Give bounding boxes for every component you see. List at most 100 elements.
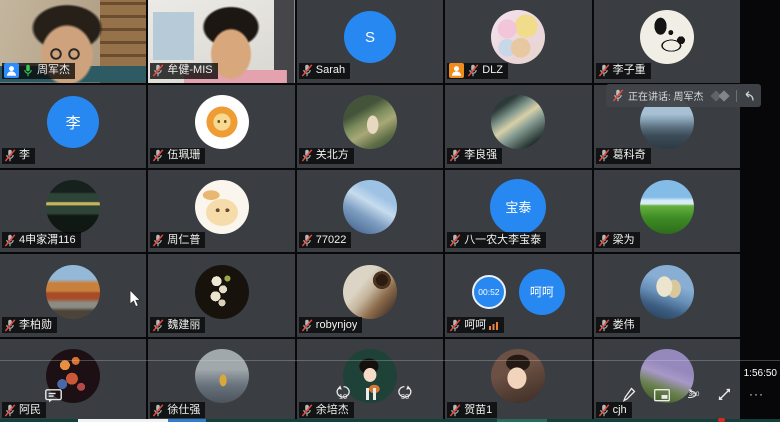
muted-mic-icon (152, 404, 164, 417)
participant-name-label: 周军杰 (2, 63, 75, 79)
participant-name-label: 贺苗1 (447, 402, 497, 418)
participant-name-label: 4申家渭116 (2, 232, 81, 248)
participant-tile[interactable]: SSarah (297, 0, 443, 83)
muted-mic-icon (4, 319, 16, 332)
annotate-pencil-button[interactable] (622, 387, 636, 403)
participant-tile[interactable]: cjh (594, 339, 740, 422)
participant-tile[interactable]: DLZ (445, 0, 591, 83)
participant-avatar (195, 180, 249, 234)
participant-tile[interactable]: 娄伟 (594, 254, 740, 337)
svg-text:30: 30 (401, 392, 409, 401)
participant-tile[interactable]: 关北方 (297, 85, 443, 168)
rewind-10-icon: 10 (332, 385, 354, 402)
timer-badge: 00:52 (472, 275, 506, 309)
participant-tile[interactable]: 77022 (297, 170, 443, 253)
participant-tile[interactable]: 魏建丽 (148, 254, 294, 337)
participant-tile[interactable]: robynjoy (297, 254, 443, 337)
chat-button[interactable] (44, 388, 62, 403)
participant-name-label: cjh (596, 402, 632, 418)
participant-tile[interactable]: 贺苗1 (445, 339, 591, 422)
pause-button[interactable] (365, 387, 377, 401)
rewind-10-button[interactable]: 10 (332, 385, 354, 402)
muted-mic-icon (301, 149, 313, 162)
participant-tile[interactable]: 周军杰 (0, 0, 146, 83)
pause-icon (365, 387, 377, 401)
participant-name-label: 阿民 (2, 402, 46, 418)
initial-avatar: 宝泰 (490, 179, 546, 235)
muted-mic-icon (598, 149, 610, 162)
participant-name-label: 梁为 (596, 232, 640, 248)
participant-tile[interactable]: 4申家渭116 (0, 170, 146, 253)
muted-mic-icon (152, 64, 164, 77)
participant-avatar (46, 265, 100, 319)
participant-name: 周仁普 (167, 233, 200, 248)
participant-tile[interactable]: 李李 (0, 85, 146, 168)
rotate-360-icon: 360 (685, 388, 703, 402)
muted-mic-icon (612, 89, 624, 102)
participant-tile[interactable]: 宝泰八一农大李宝泰 (445, 170, 591, 253)
participant-name: 娄伟 (613, 318, 635, 333)
muted-mic-icon (4, 234, 16, 247)
participant-avatar (491, 10, 545, 64)
participant-name: 李柏勋 (19, 318, 52, 333)
participant-name-label: 牟健-MIS (150, 63, 217, 79)
participant-tile[interactable]: 徐仕强 (148, 339, 294, 422)
participant-tile[interactable]: 伍珮珊 (148, 85, 294, 168)
participant-name: cjh (613, 403, 627, 418)
active-mic-icon (22, 64, 34, 77)
participant-name: 伍珮珊 (167, 148, 200, 163)
participant-name: 徐仕强 (167, 403, 200, 418)
participant-name-label: 77022 (299, 232, 352, 248)
participant-name: 贺苗1 (464, 403, 492, 418)
speaking-banner-text: 正在讲话: 周军杰 (628, 88, 704, 103)
participant-tile[interactable]: 牟健-MIS (148, 0, 294, 83)
expand-button[interactable] (717, 387, 732, 402)
participant-avatar (640, 265, 694, 319)
muted-mic-icon (152, 319, 164, 332)
muted-mic-icon (598, 234, 610, 247)
participant-name: 梁为 (613, 233, 635, 248)
participant-name: 阿民 (19, 403, 41, 418)
participant-name-label: 关北方 (299, 148, 354, 164)
muted-mic-icon (301, 319, 313, 332)
rotate-360-button[interactable]: 360 (685, 388, 703, 402)
network-signal-icon (489, 320, 499, 330)
muted-mic-icon (449, 404, 461, 417)
reply-arrow-icon[interactable] (741, 90, 755, 102)
participant-tile[interactable]: 李良强 (445, 85, 591, 168)
chat-bubble-icon (45, 389, 62, 403)
pencil-icon (622, 387, 636, 403)
participant-tile[interactable]: 梁为 (594, 170, 740, 253)
more-options-button[interactable]: ··· (749, 387, 764, 401)
muted-mic-icon (301, 234, 313, 247)
muted-mic-icon (4, 149, 16, 162)
recording-timestamp: 1:56:50 (744, 368, 777, 379)
participant-name-label: 李柏勋 (2, 317, 57, 333)
participant-tile[interactable]: 00:52呵呵呵呵 (445, 254, 591, 337)
participant-tile[interactable]: 李柏勋 (0, 254, 146, 337)
participant-avatar (343, 95, 397, 149)
mouse-cursor (129, 290, 142, 308)
participant-avatar (491, 349, 545, 403)
muted-mic-icon (598, 319, 610, 332)
participant-avatar (640, 10, 694, 64)
participant-tile[interactable]: 周仁普 (148, 170, 294, 253)
muted-mic-icon (449, 234, 461, 247)
participant-tile[interactable]: 阿民 (0, 339, 146, 422)
participant-name: DLZ (482, 63, 503, 78)
banner-diamonds-icon (708, 89, 732, 103)
participant-name-label: 余培杰 (299, 402, 354, 418)
participant-grid: 周军杰牟健-MISSSarahDLZ李子重李李伍珮珊关北方李良强葛科奇4申家渭1… (0, 0, 740, 422)
participant-name-label: 娄伟 (596, 317, 640, 333)
participant-name: 周军杰 (37, 63, 70, 78)
participant-tile[interactable]: 李子重 (594, 0, 740, 83)
forward-30-button[interactable]: 30 (394, 385, 416, 402)
svg-text:10: 10 (339, 392, 347, 401)
participant-name-label: 周仁普 (150, 232, 205, 248)
initial-avatar: 呵呵 (519, 269, 565, 315)
participant-name: 李子重 (613, 63, 646, 78)
expand-arrows-icon (717, 387, 732, 402)
pip-button[interactable] (654, 389, 670, 402)
participant-tile[interactable]: 余培杰 (297, 339, 443, 422)
host-badge-icon (4, 63, 19, 78)
